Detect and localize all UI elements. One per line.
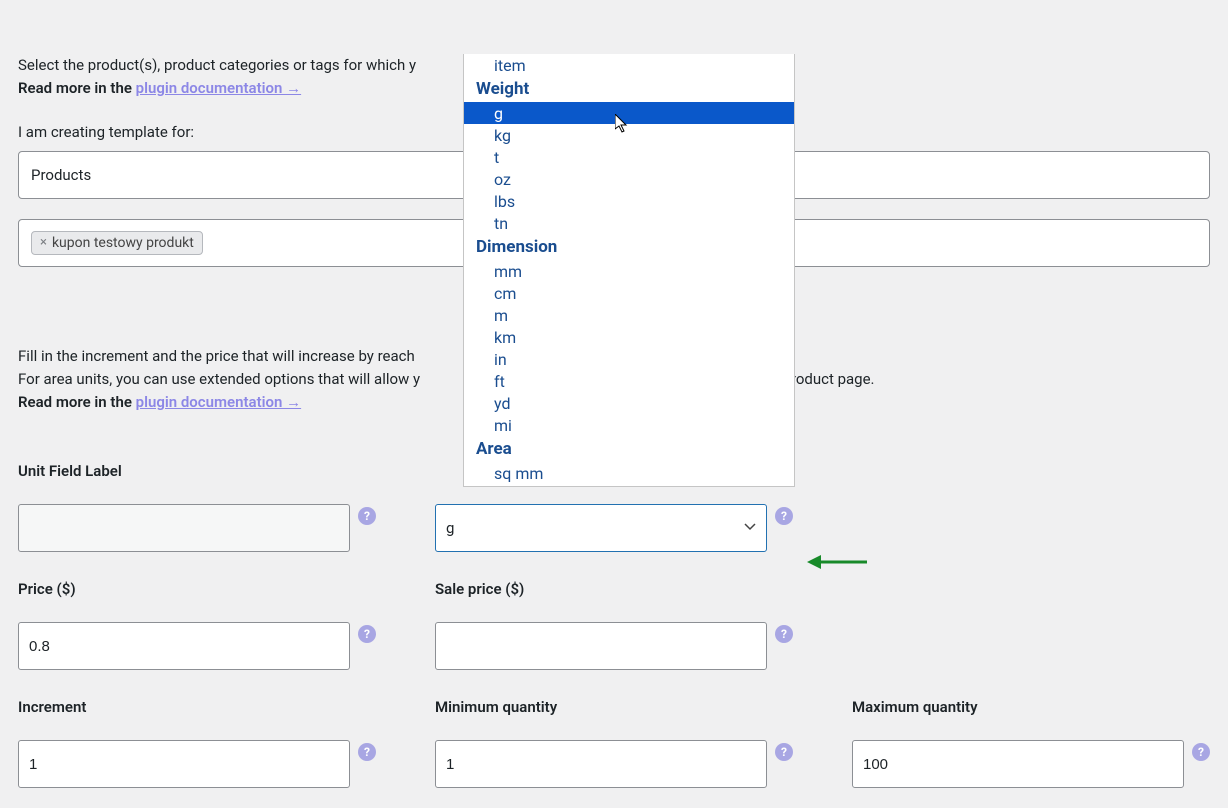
dropdown-option-m[interactable]: m: [464, 304, 794, 326]
documentation-link-1[interactable]: plugin documentation →: [136, 79, 301, 97]
help-icon[interactable]: ?: [775, 625, 793, 643]
chevron-down-icon: [742, 518, 758, 538]
unit-field-input[interactable]: [18, 504, 350, 552]
help-icon[interactable]: ?: [358, 743, 376, 761]
dropdown-option-kg[interactable]: kg: [464, 124, 794, 146]
cursor-icon: [615, 114, 629, 134]
tag-label: kupon testowy produkt: [52, 235, 194, 251]
dropdown-option-cm[interactable]: cm: [464, 282, 794, 304]
dropdown-group-dimension: Dimension: [464, 234, 794, 260]
template-for-value: Products: [31, 166, 91, 184]
intro-text-2-line2a: For area units, you can use extended opt…: [18, 370, 420, 388]
unit-select[interactable]: g: [435, 504, 767, 552]
dropdown-option-km[interactable]: km: [464, 326, 794, 348]
tag-remove-icon[interactable]: ×: [40, 236, 47, 249]
dropdown-option-t[interactable]: t: [464, 146, 794, 168]
unit-select-dropdown[interactable]: item Weight g kg t oz lbs tn Dimension m…: [463, 54, 795, 487]
unit-select-value: g: [446, 519, 454, 537]
intro-text-1: Select the product(s), product categorie…: [18, 56, 416, 74]
sale-price-label: Sale price ($): [435, 580, 767, 598]
dropdown-group-weight: Weight: [464, 76, 794, 102]
dropdown-option-sqmm[interactable]: sq mm: [464, 462, 794, 484]
help-icon[interactable]: ?: [358, 507, 376, 525]
dropdown-option-mi[interactable]: mi: [464, 414, 794, 436]
increment-label: Increment: [18, 698, 350, 716]
intro-bold-1: Read more in the: [18, 79, 136, 97]
product-tag-chip[interactable]: × kupon testowy produkt: [31, 231, 203, 255]
price-input[interactable]: [18, 622, 350, 670]
min-qty-input[interactable]: [435, 740, 767, 788]
help-icon[interactable]: ?: [775, 743, 793, 761]
unit-field-label: Unit Field Label: [18, 462, 350, 480]
arrow-indicator-icon: [807, 552, 867, 572]
help-icon[interactable]: ?: [775, 507, 793, 525]
intro-bold-2: Read more in the: [18, 393, 136, 411]
sale-price-input[interactable]: [435, 622, 767, 670]
dropdown-option-g[interactable]: g: [464, 102, 794, 124]
dropdown-option-item[interactable]: item: [464, 54, 794, 76]
dropdown-option-lbs[interactable]: lbs: [464, 190, 794, 212]
dropdown-option-yd[interactable]: yd: [464, 392, 794, 414]
dropdown-option-mm[interactable]: mm: [464, 260, 794, 282]
dropdown-option-in[interactable]: in: [464, 348, 794, 370]
documentation-link-2[interactable]: plugin documentation →: [136, 393, 301, 411]
dropdown-option-oz[interactable]: oz: [464, 168, 794, 190]
max-qty-label: Maximum quantity: [852, 698, 1184, 716]
dropdown-group-area: Area: [464, 436, 794, 462]
min-qty-label: Minimum quantity: [435, 698, 767, 716]
dropdown-option-tn[interactable]: tn: [464, 212, 794, 234]
help-icon[interactable]: ?: [358, 625, 376, 643]
max-qty-input[interactable]: [852, 740, 1184, 788]
increment-input[interactable]: [18, 740, 350, 788]
intro-text-2-line1: Fill in the increment and the price that…: [18, 347, 415, 365]
price-label: Price ($): [18, 580, 350, 598]
dropdown-option-ft[interactable]: ft: [464, 370, 794, 392]
help-icon[interactable]: ?: [1192, 743, 1210, 761]
